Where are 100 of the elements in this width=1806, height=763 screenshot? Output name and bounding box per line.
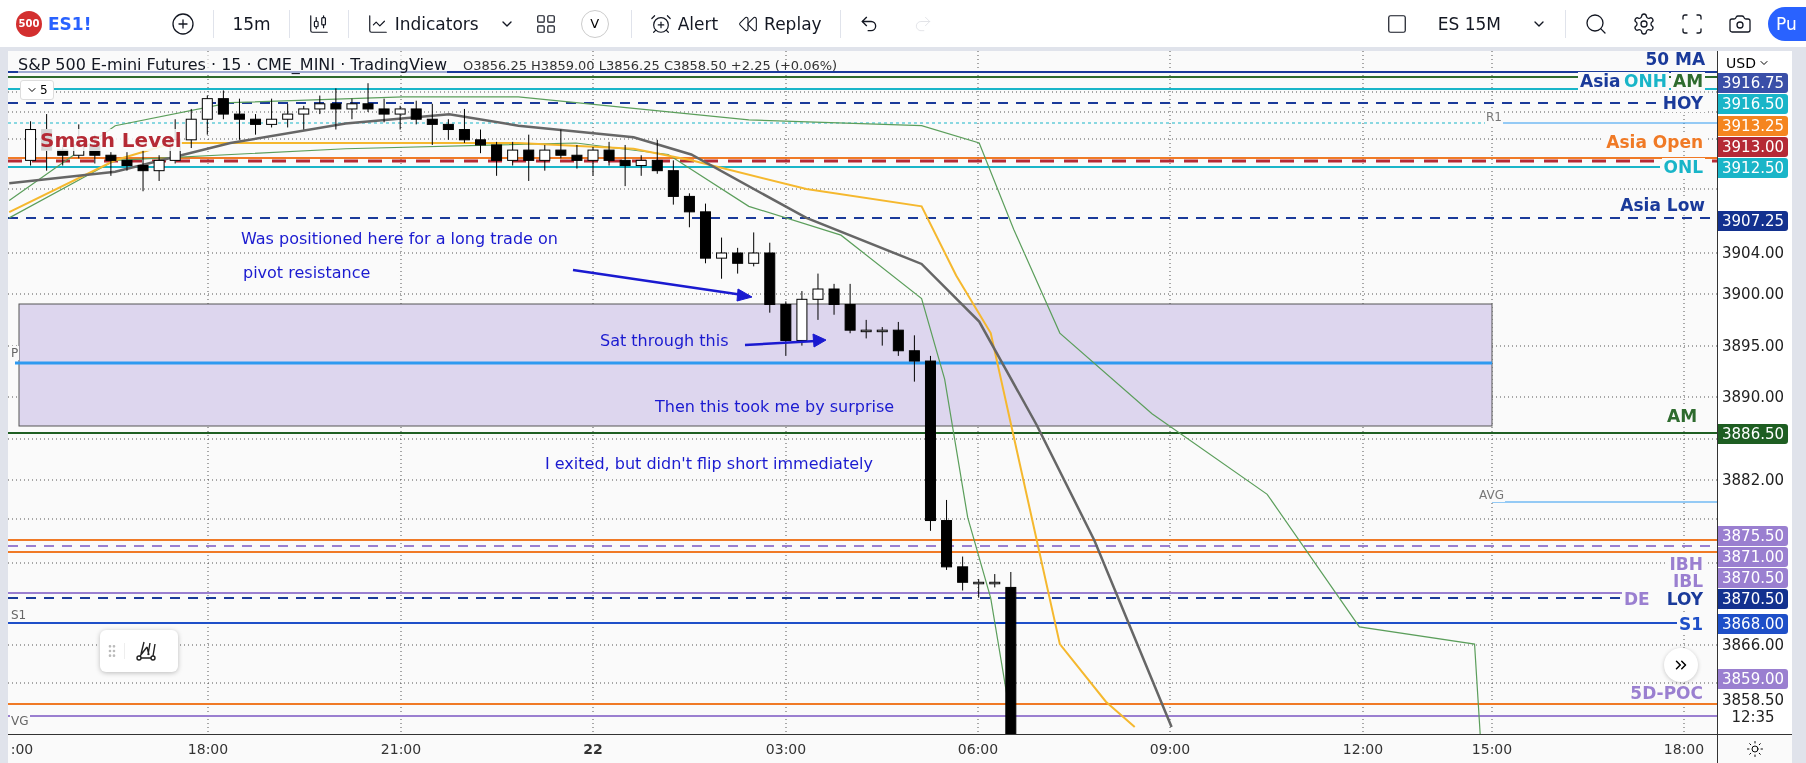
indicators-button[interactable]: Indicators [356,6,489,41]
candlestick [410,100,422,125]
price-badge: 3886.50 [1718,424,1789,444]
candlestick [346,98,358,120]
candlestick [587,146,599,177]
level-label: DE [1622,590,1652,608]
level-label: P [10,346,20,360]
time-label: 18:00 [187,741,229,757]
candlestick [539,144,551,172]
square-icon [1385,12,1408,35]
alarm-clock-icon [649,12,672,35]
candlestick [330,87,342,130]
candlestick [233,98,245,141]
replay-button[interactable]: Replay [728,7,832,40]
candlestick [362,82,374,113]
level-label: R1 [1485,110,1503,124]
time-label: 15:00 [1471,741,1513,757]
level-label: ONH [1622,72,1669,90]
price-tick: 3890.00 [1721,387,1786,407]
symbol-button[interactable]: ES1! [48,13,92,34]
price-tick: 3882.00 [1721,470,1786,490]
level-label: Smash Level [40,129,182,151]
ohlc-values: O3856.25 H3859.00 L3856.25 C3858.50 +2.25 (+0.06%) [462,58,838,73]
candlestick [378,98,390,123]
price-tick: 3904.00 [1721,243,1786,263]
level-label: AVG [1478,488,1505,502]
candlestick [828,283,840,316]
candlestick [780,300,792,357]
candlestick [700,203,711,264]
level-label: ONL [1661,158,1706,176]
candlestick [282,103,294,128]
candlestick [860,319,872,339]
price-tick: 12:35 [1730,707,1776,727]
price-badge: 3912.50 [1718,158,1789,178]
level-label: Asia Low [1618,196,1708,214]
candlestick [635,154,647,177]
level-label: Asia Open [1604,133,1706,151]
axis-settings-icon[interactable] [1746,740,1764,758]
publish-button[interactable]: Pu [1768,6,1806,41]
price-badge: 3871.00 [1718,547,1789,567]
price-badge: 3870.50 [1718,568,1789,588]
level-label: AM [1670,72,1706,90]
annotation-text: I exited, but didn't flip short immediately [545,454,873,473]
candlestick [121,151,133,172]
candlestick [844,283,856,334]
candlestick [908,334,920,383]
candlestick [555,129,567,159]
price-tick: 3900.00 [1721,284,1786,304]
candlestick [603,141,615,167]
candlestick [941,499,953,571]
candlestick [667,159,679,206]
price-tick: 3866.00 [1721,635,1786,655]
level-label: IBH [1667,555,1706,573]
fullscreen-icon [1680,11,1704,36]
candlestick [973,578,985,599]
line-chart-icon [366,12,389,35]
time-label: 12:00 [1342,741,1384,757]
candlestick [796,290,808,347]
layout-name-button[interactable]: ES 15M [1427,7,1511,40]
annotation-text: Was positioned here for a long trade on [241,229,558,248]
candlestick [185,108,197,149]
price-badge: 3859.00 [1718,669,1789,689]
candlestick [651,139,663,175]
time-label: 18:00 [1663,741,1705,757]
candlestick [491,141,503,177]
alert-button[interactable]: Alert [639,6,729,41]
annotation-text: pivot resistance [243,263,371,282]
candlestick [458,108,470,144]
scroll-to-latest-button[interactable] [1664,648,1698,682]
price-badge: 3916.75 [1718,73,1789,93]
candlestick [266,98,278,128]
currency-button[interactable]: USD [1726,55,1770,71]
time-label: 06:00 [957,741,999,757]
level-label: S1 [10,608,28,622]
candlestick [957,556,969,591]
time-label: 03:00 [765,741,807,757]
price-badge: 3913.25 [1718,116,1789,136]
time-label: :00 [10,741,34,757]
level-label: Asia [1578,72,1623,90]
collapse-button[interactable]: 5 [20,80,54,100]
candlestick [137,149,149,192]
candlestick [298,105,310,130]
time-label: 22 [583,741,603,757]
candlestick [25,120,37,167]
candlestick [217,89,229,120]
candlestick [314,95,326,115]
candlestick [812,273,824,321]
price-badge: 3868.00 [1718,614,1789,634]
candlestick [683,192,695,228]
candlestick [989,573,1001,588]
candlestick [475,129,486,154]
symbol-title: S&P 500 E-mini Futures · 15 · CME_MINI · TradingView [18,55,447,74]
candlestick [426,103,438,146]
price-tick: 3858.50 [1721,690,1786,710]
interval-button[interactable]: 15m [222,7,281,40]
candlestick [394,105,406,130]
candlestick [153,154,165,182]
candlestick [716,237,728,280]
settings-icon [1632,11,1656,36]
candlestick [619,144,631,187]
